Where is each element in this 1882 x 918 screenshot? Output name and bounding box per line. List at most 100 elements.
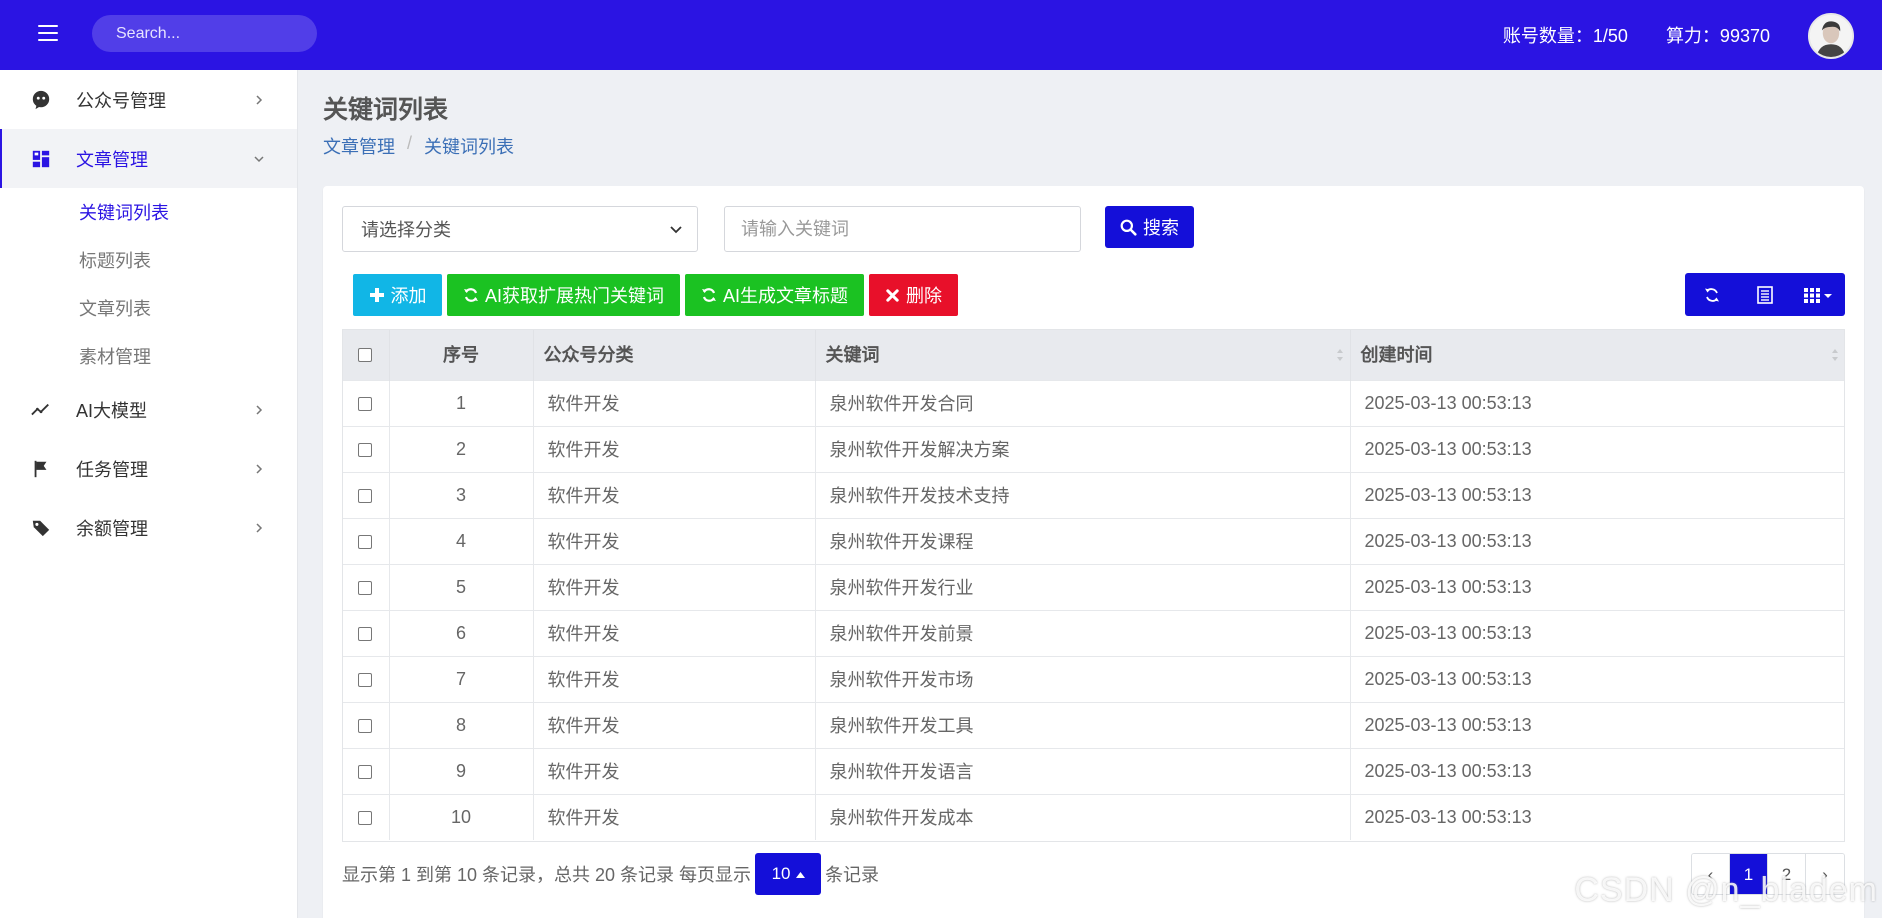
row-checkbox[interactable] [358,488,373,503]
table-row[interactable]: 1 软件开发 泉州软件开发合同 2025-03-13 00:53:13 [342,379,1845,426]
search-button[interactable]: 搜索 [1105,206,1194,248]
page-title: 关键词列表 [323,96,449,124]
global-search-input[interactable] [116,24,323,43]
table-body: 1 软件开发 泉州软件开发合同 2025-03-13 00:53:13 2 软件开发 泉州软… [342,379,1845,840]
action-toolbar: 添加 AI获取扩展热门关键词 AI生成文章标题 删除 [353,274,959,316]
sort-icon[interactable] [1336,347,1344,363]
sidebar-item-label: 公众号管理 [76,90,166,111]
breadcrumb-item-current[interactable]: 关键词列表 [424,133,514,159]
cell-category: 软件开发 [533,609,816,656]
table-header-row: 序号 公众号分类 关键词 创建时间 [342,329,1845,380]
table-row[interactable]: 8 软件开发 泉州软件开发工具 2025-03-13 00:53:13 [342,701,1845,748]
select-all-checkbox[interactable] [358,348,373,362]
account-stats: 账号数量：1/50 算力：99370 [1503,0,1770,70]
cell-created: 2025-03-13 00:53:13 [1350,655,1845,702]
cell-category: 软件开发 [533,747,816,794]
row-checkbox[interactable] [358,718,373,733]
row-checkbox[interactable] [358,534,373,549]
sidebar-item-label: AI大模型 [76,400,148,421]
sidebar-item-balance[interactable]: 余额管理 [0,498,297,557]
add-button[interactable]: 添加 [353,274,442,316]
toggle-view-button[interactable] [1738,273,1791,316]
row-checkbox[interactable] [358,672,373,687]
ai-expand-keywords-button[interactable]: AI获取扩展热门关键词 [447,274,681,316]
sidebar-item-tasks[interactable]: 任务管理 [0,439,297,498]
table-row[interactable]: 3 软件开发 泉州软件开发技术支持 2025-03-13 00:53:13 [342,471,1845,518]
column-header-keyword-label: 关键词 [825,345,880,366]
cell-keyword: 泉州软件开发语言 [815,747,1351,794]
columns-dropdown-button[interactable] [1792,273,1845,316]
table-row[interactable]: 2 软件开发 泉州软件开发解决方案 2025-03-13 00:53:13 [342,425,1845,472]
ai-generate-titles-label: AI生成文章标题 [723,286,849,306]
chevron-right-icon [256,94,263,105]
row-checkbox[interactable] [358,442,373,457]
sidebar-subitem-titles[interactable]: 标题列表 [0,236,297,284]
row-checkbox[interactable] [358,811,373,825]
add-button-label: 添加 [390,286,427,306]
row-checkbox[interactable] [358,580,373,595]
column-header-created-label: 创建时间 [1360,345,1433,366]
keyword-input[interactable] [724,206,1081,252]
cell-keyword: 泉州软件开发课程 [815,517,1351,564]
column-header-category[interactable]: 公众号分类 [533,329,816,380]
ai-generate-titles-button[interactable]: AI生成文章标题 [685,274,865,316]
delete-button[interactable]: 删除 [869,274,959,316]
cell-created: 2025-03-13 00:53:13 [1350,517,1845,564]
hamburger-menu-icon[interactable] [36,23,60,43]
column-header-keyword[interactable]: 关键词 [815,329,1351,380]
dashboard-icon [30,148,52,170]
row-checkbox[interactable] [358,764,373,779]
cell-category: 软件开发 [533,425,816,472]
keyword-list-panel: 请选择分类 搜索 添加 AI获取扩展热门关键词 AI生成文章标题 删除 [323,186,1864,918]
row-select-cell [342,793,390,840]
row-checkbox[interactable] [358,626,373,641]
table-row[interactable]: 4 软件开发 泉州软件开发课程 2025-03-13 00:53:13 [342,517,1845,564]
table-row[interactable]: 6 软件开发 泉州软件开发前景 2025-03-13 00:53:13 [342,609,1845,656]
table-row[interactable]: 10 软件开发 泉州软件开发成本 2025-03-13 00:53:13 [342,793,1845,840]
sidebar-item-ai-models[interactable]: AI大模型 [0,380,297,439]
breadcrumb-item[interactable]: 文章管理 [323,133,395,159]
cell-no: 2 [389,425,534,472]
sidebar-subitem-keywords[interactable]: 关键词列表 [0,188,297,236]
column-header-created[interactable]: 创建时间 [1350,329,1845,380]
row-select-cell [342,517,390,564]
category-select[interactable]: 请选择分类 [342,206,698,252]
tag-icon [30,517,52,539]
breadcrumb: 文章管理 / 关键词列表 [323,133,514,159]
cell-keyword: 泉州软件开发行业 [815,563,1351,610]
cell-no: 8 [389,701,534,748]
sidebar-subitem-articles[interactable]: 文章列表 [0,284,297,332]
table-row[interactable]: 5 软件开发 泉州软件开发行业 2025-03-13 00:53:13 [342,563,1845,610]
search-icon [1120,219,1137,236]
page-size-dropdown[interactable]: 10 [755,853,822,895]
plus-icon [369,288,384,302]
cell-keyword: 泉州软件开发市场 [815,655,1351,702]
refresh-table-button[interactable] [1685,273,1738,316]
cell-category: 软件开发 [533,563,816,610]
records-summary: 显示第 1 到第 10 条记录，总共 20 条记录 每页显示 [342,865,752,885]
list-view-icon [1757,285,1773,304]
user-avatar[interactable] [1808,13,1854,59]
row-select-cell [342,701,390,748]
table-row[interactable]: 7 软件开发 泉州软件开发市场 2025-03-13 00:53:13 [342,655,1845,702]
row-select-cell [342,563,390,610]
cell-no: 7 [389,655,534,702]
cell-no: 3 [389,471,534,518]
sidebar-item-label: 任务管理 [76,459,148,480]
refresh-icon [464,288,478,302]
cell-no: 4 [389,517,534,564]
table-row[interactable]: 9 软件开发 泉州软件开发语言 2025-03-13 00:53:13 [342,747,1845,794]
close-icon [886,288,899,302]
records-suffix: 条记录 [825,865,880,885]
row-select-cell [342,425,390,472]
sidebar-item-articles[interactable]: 文章管理 [0,129,297,188]
category-select-value: 请选择分类 [361,220,451,240]
column-header-no[interactable]: 序号 [389,329,534,380]
cell-keyword: 泉州软件开发合同 [815,379,1351,426]
sidebar-subitem-materials[interactable]: 素材管理 [0,332,297,380]
sidebar-item-official-accounts[interactable]: 公众号管理 [0,70,297,129]
ai-expand-keywords-label: AI获取扩展热门关键词 [485,286,665,306]
row-checkbox[interactable] [358,396,373,411]
cell-created: 2025-03-13 00:53:13 [1350,793,1845,840]
sort-icon[interactable] [1831,347,1839,363]
